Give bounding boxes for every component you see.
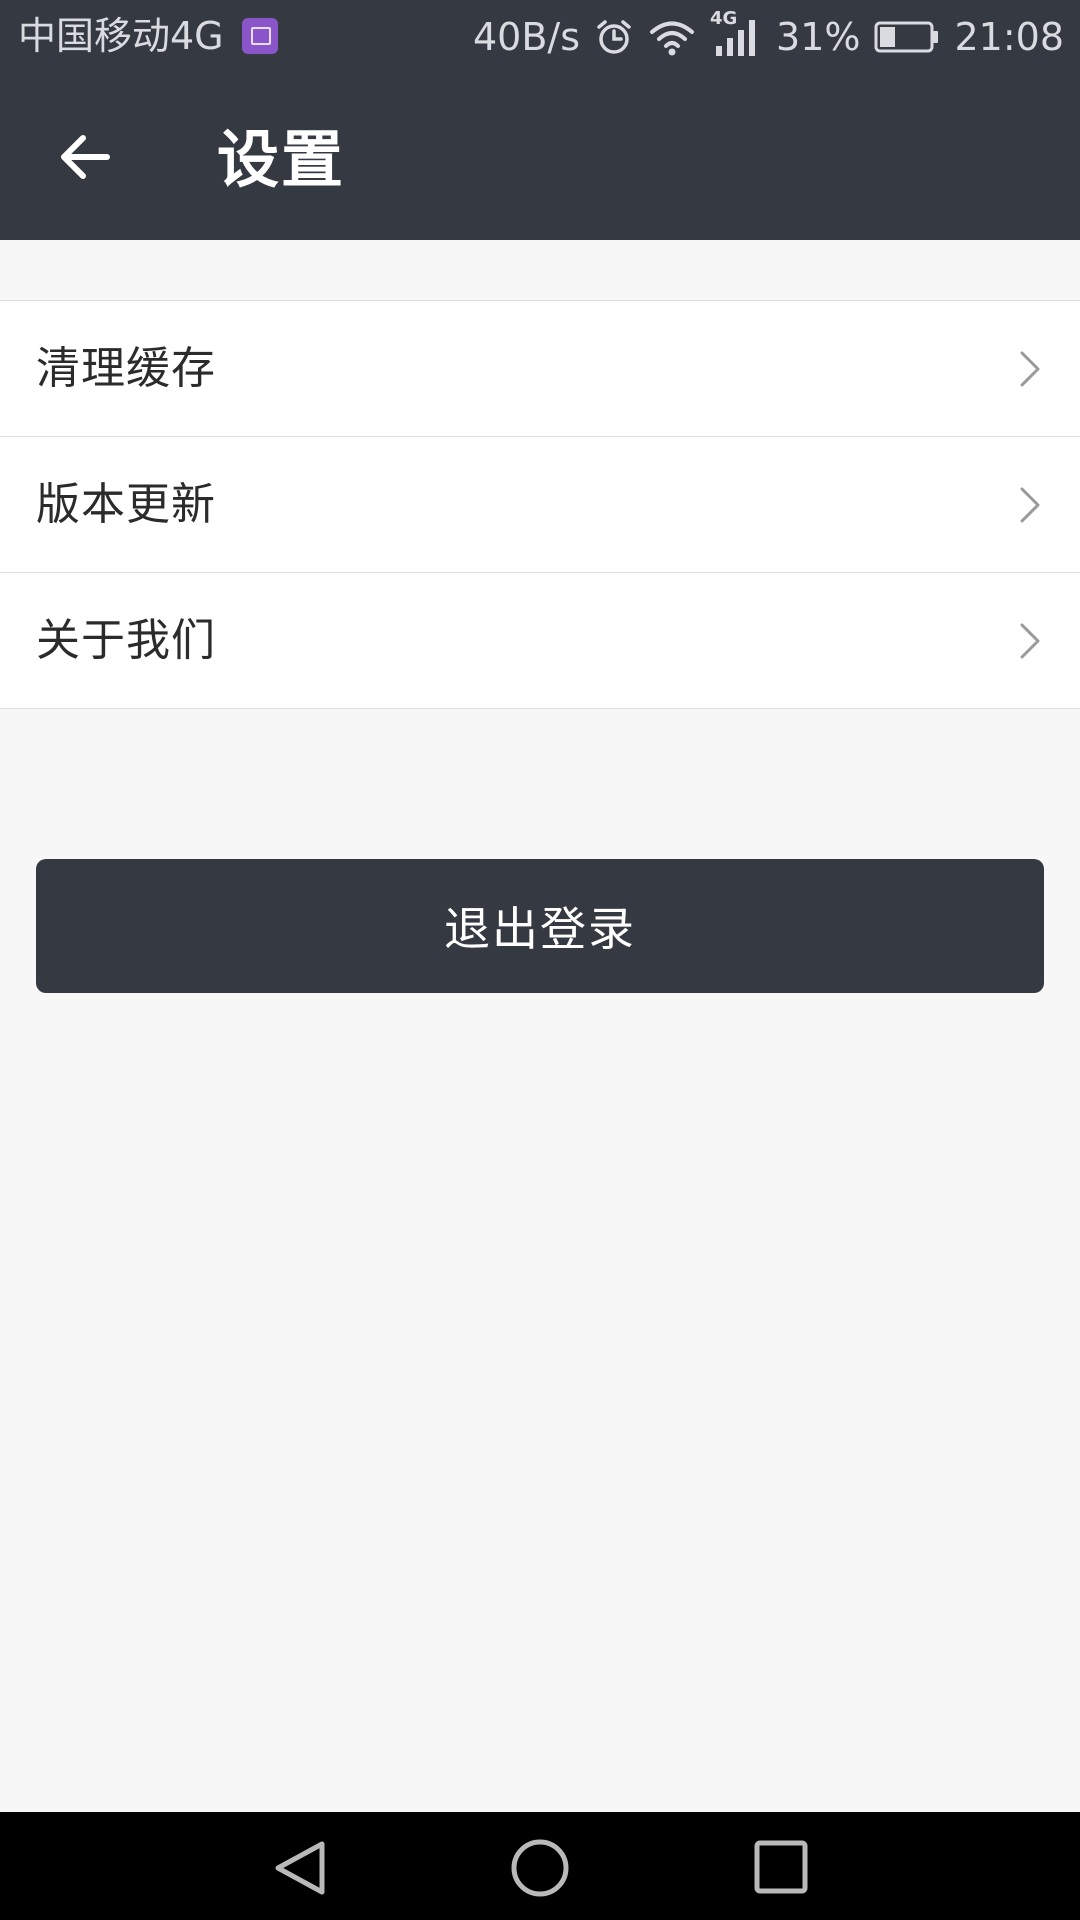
carrier-label: 中国移动4G [18,14,224,58]
chevron-right-icon [1020,351,1040,387]
battery-percent: 31% [776,15,861,59]
chevron-right-icon [1020,487,1040,523]
chevron-right-icon [1020,623,1040,659]
recents-square-icon[interactable] [745,1838,815,1898]
image-notification-icon [241,18,278,54]
alarm-icon [597,20,631,54]
wifi-icon [650,21,695,56]
settings-item-label: 关于我们 [36,615,216,666]
settings-item-label: 清理缓存 [36,343,216,394]
app-bar: 设置 [0,75,1080,240]
battery-icon [874,21,939,53]
arrow-left-icon [61,135,110,179]
signal-icon: 4G [710,8,762,60]
back-triangle-icon[interactable] [266,1838,336,1898]
settings-screen: 中国移动4G 40B/s 4G 31% 21:08 设置 清理缓存 版本更新 关… [0,0,1080,1920]
network-speed: 40B/s [472,15,581,59]
settings-item-clear-cache[interactable]: 清理缓存 [0,301,1080,437]
page-title: 设置 [217,123,346,196]
clock: 21:08 [954,15,1064,59]
status-bar-left: 中国移动4G [18,14,278,58]
status-bar: 中国移动4G 40B/s 4G 31% 21:08 [0,0,1080,75]
logout-button[interactable]: 退出登录 [36,859,1044,993]
settings-item-about-us[interactable]: 关于我们 [0,573,1080,709]
system-nav-bar [0,1812,1080,1920]
home-circle-icon[interactable] [505,1838,575,1898]
settings-item-label: 版本更新 [36,479,216,530]
back-button[interactable] [40,117,130,197]
settings-item-version-update[interactable]: 版本更新 [0,437,1080,573]
settings-list: 清理缓存 版本更新 关于我们 [0,300,1080,709]
status-bar-right: 40B/s 4G 31% 21:08 [472,8,1064,60]
